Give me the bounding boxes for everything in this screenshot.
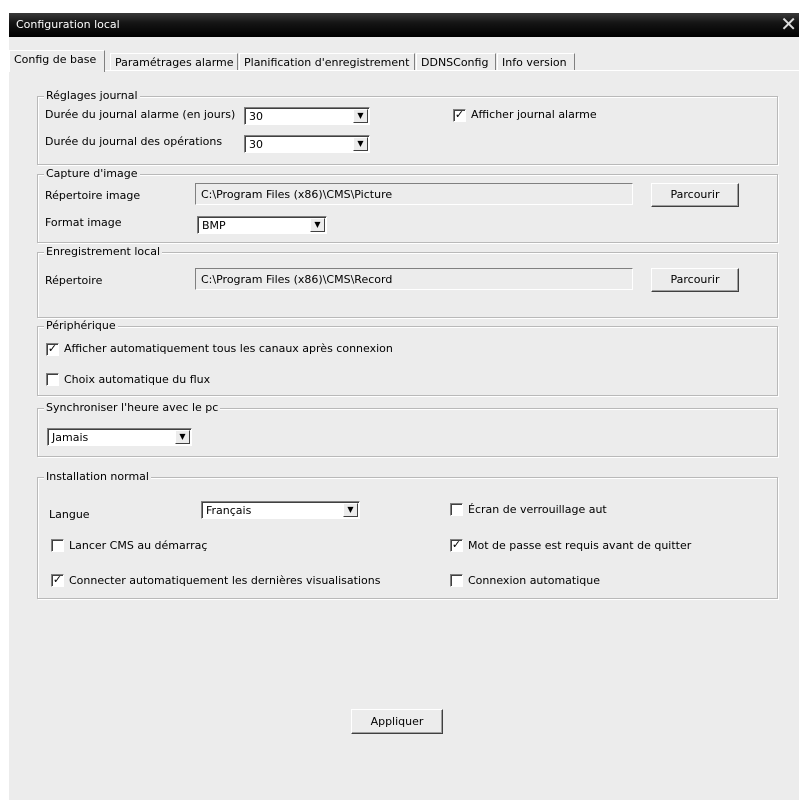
chevron-down-icon[interactable]: ▼: [353, 109, 368, 123]
auto-stream-checkbox[interactable]: [46, 373, 59, 386]
check-icon: ✓: [454, 108, 465, 121]
language-select[interactable]: Français ▼: [201, 501, 360, 519]
auto-login-label: Connexion automatique: [468, 574, 600, 587]
picture-format-select[interactable]: BMP ▼: [197, 216, 327, 234]
ops-duration-label: Durée du journal des opérations: [45, 135, 223, 148]
group-capture: Capture d'image Répertoire image C:\Prog…: [37, 167, 778, 243]
group-journal-legend: Réglages journal: [44, 89, 140, 102]
group-record-legend: Enregistrement local: [44, 245, 162, 258]
browse-picture-button[interactable]: Parcourir: [651, 183, 739, 207]
tab-config-de-base[interactable]: Config de base: [9, 50, 105, 72]
picture-format-value: BMP: [202, 219, 226, 232]
record-dir-field[interactable]: C:\Program Files (x86)\CMS\Record: [195, 268, 633, 290]
close-icon[interactable]: ✕: [780, 13, 797, 35]
tab-info-version[interactable]: Info version: [497, 53, 575, 71]
auto-show-channels-checkbox[interactable]: ✓: [46, 343, 59, 356]
ops-duration-select[interactable]: 30 ▼: [244, 135, 370, 153]
group-sync-legend: Synchroniser l'heure avec le pc: [44, 401, 221, 414]
tab-bar: Config de base Paramétrages alarme Plani…: [9, 50, 799, 72]
record-dir-value: C:\Program Files (x86)\CMS\Record: [201, 273, 393, 286]
auto-reconnect-label: Connecter automatiquement les dernières …: [69, 574, 381, 587]
check-icon: ✓: [451, 538, 462, 551]
group-capture-legend: Capture d'image: [44, 167, 140, 180]
check-icon: ✓: [52, 573, 63, 586]
alarm-duration-label: Durée du journal alarme (en jours): [45, 108, 236, 121]
tab-divider: [9, 70, 799, 71]
chevron-down-icon[interactable]: ▼: [353, 137, 368, 151]
group-device: Périphérique ✓ Afficher automatiquement …: [37, 319, 778, 396]
launch-startup-checkbox[interactable]: [51, 539, 64, 552]
ops-duration-value: 30: [249, 138, 263, 151]
tab-ddnsconfig[interactable]: DDNSConfig: [416, 53, 496, 71]
apply-button[interactable]: Appliquer: [351, 709, 443, 734]
chevron-down-icon[interactable]: ▼: [175, 430, 190, 444]
browse-record-button[interactable]: Parcourir: [651, 268, 739, 292]
auto-show-channels-label: Afficher automatiquement tous les canaux…: [64, 342, 393, 355]
password-quit-label: Mot de passe est requis avant de quitter: [468, 539, 692, 552]
check-icon: ✓: [47, 342, 58, 355]
chevron-down-icon[interactable]: ▼: [310, 218, 325, 232]
group-journal: Réglages journal Durée du journal alarme…: [37, 89, 778, 165]
tab-planification-enregistrement[interactable]: Planification d'enregistrement: [239, 53, 415, 71]
chevron-down-icon[interactable]: ▼: [343, 503, 358, 517]
group-sync: Synchroniser l'heure avec le pc Jamais ▼: [37, 401, 778, 457]
language-value: Français: [206, 504, 252, 517]
password-quit-checkbox[interactable]: ✓: [450, 539, 463, 552]
title-bar: Configuration local ✕: [9, 13, 799, 37]
group-install-legend: Installation normal: [44, 470, 151, 483]
show-alarm-log-label: Afficher journal alarme: [471, 108, 597, 121]
auto-login-checkbox[interactable]: [450, 574, 463, 587]
alarm-duration-select[interactable]: 30 ▼: [244, 107, 370, 125]
picture-dir-label: Répertoire image: [45, 189, 141, 202]
language-label: Langue: [49, 508, 90, 521]
picture-dir-value: C:\Program Files (x86)\CMS\Picture: [201, 188, 393, 201]
picture-format-label: Format image: [45, 216, 122, 229]
auto-reconnect-checkbox[interactable]: ✓: [51, 574, 64, 587]
sync-time-select[interactable]: Jamais ▼: [47, 428, 192, 446]
record-dir-label: Répertoire: [45, 274, 103, 287]
auto-stream-label: Choix automatique du flux: [64, 373, 211, 386]
window-title: Configuration local: [16, 18, 120, 31]
group-record: Enregistrement local Répertoire C:\Progr…: [37, 245, 778, 318]
show-alarm-log-checkbox[interactable]: ✓: [453, 109, 466, 122]
picture-dir-field[interactable]: C:\Program Files (x86)\CMS\Picture: [195, 183, 633, 205]
sync-time-value: Jamais: [52, 431, 89, 444]
alarm-duration-value: 30: [249, 110, 263, 123]
group-install: Installation normal Langue Français ▼ Éc…: [37, 470, 778, 599]
group-device-legend: Périphérique: [44, 319, 118, 332]
lock-screen-checkbox[interactable]: [450, 503, 463, 516]
launch-startup-label: Lancer CMS au démarraç: [69, 539, 208, 552]
lock-screen-label: Écran de verrouillage aut: [468, 503, 607, 516]
tab-parametrages-alarme[interactable]: Paramétrages alarme: [110, 53, 238, 71]
